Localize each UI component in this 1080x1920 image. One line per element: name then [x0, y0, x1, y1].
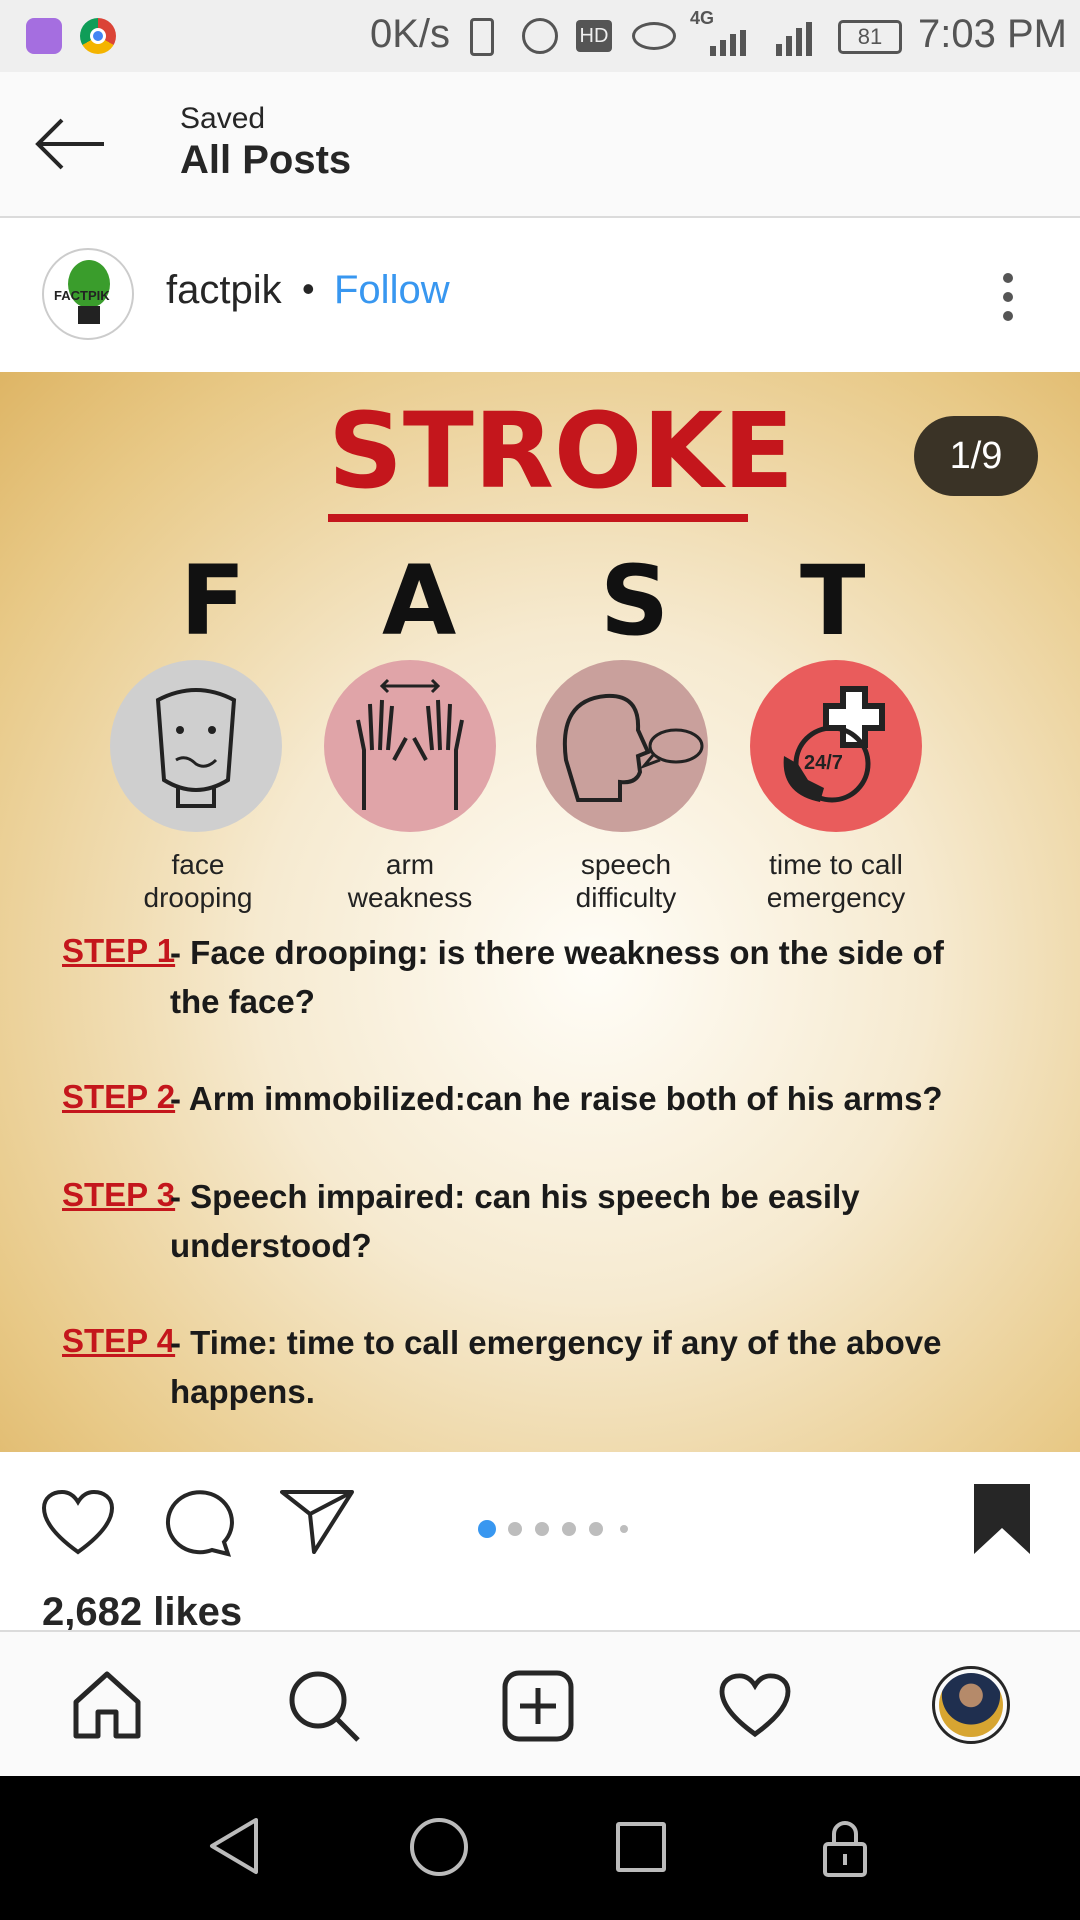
face-drooping-circle: [110, 660, 282, 832]
signal-icon-1: [700, 30, 750, 56]
clock: 7:03 PM: [918, 12, 1067, 56]
page-title: All Posts: [180, 138, 352, 182]
chrome-app-icon: [80, 18, 116, 54]
caption-face: face drooping: [143, 849, 253, 913]
carousel-dot: [589, 1522, 603, 1536]
new-post-icon[interactable]: [502, 1670, 574, 1742]
system-recents-icon[interactable]: [616, 1822, 666, 1872]
battery-icon: 81: [838, 20, 902, 54]
network-type: 4G: [690, 8, 715, 28]
badge-24-7: 24/7: [804, 752, 843, 774]
carousel-dot: [562, 1522, 576, 1536]
emergency-phone-icon: [783, 686, 885, 803]
infographic-title: STROKE: [328, 390, 794, 512]
step-2-text: - Arm immobilized:can he raise both of h…: [170, 1080, 943, 1117]
carousel-dot: [508, 1522, 522, 1536]
step-1-label: STEP 1: [62, 932, 176, 969]
post-actions: 2,682 likes: [0, 1452, 1080, 1634]
avatar-logo-text: FACTPIK: [54, 288, 110, 303]
carousel-dot-small: [620, 1525, 628, 1533]
title-underline: [328, 514, 748, 522]
carousel-dot: [535, 1522, 549, 1536]
follow-button[interactable]: Follow: [334, 268, 450, 313]
back-arrow-icon[interactable]: [32, 112, 108, 176]
more-options-icon[interactable]: [996, 270, 1020, 324]
status-bar: 0K/s HD 4G 81 7:03 PM: [0, 0, 1080, 72]
battery-level: 81: [857, 24, 883, 49]
home-icon[interactable]: [72, 1670, 142, 1740]
arm-weakness-circle: [324, 660, 496, 832]
like-heart-icon[interactable]: [40, 1488, 116, 1556]
letter-s: S: [600, 545, 670, 657]
profile-avatar[interactable]: [932, 1666, 1010, 1744]
share-paper-plane-icon[interactable]: [280, 1488, 354, 1554]
step-1-text: - Face drooping: is there weakness on th…: [170, 934, 944, 1020]
saved-bookmark-icon[interactable]: [972, 1482, 1032, 1556]
likes-count[interactable]: 2,682 likes: [42, 1590, 242, 1635]
lock-icon[interactable]: [822, 1818, 868, 1878]
system-back-icon[interactable]: [206, 1816, 262, 1876]
step-2-label: STEP 2: [62, 1078, 176, 1115]
comment-bubble-icon[interactable]: [162, 1486, 234, 1558]
speech-difficulty-circle: [536, 660, 708, 832]
step-3-label: STEP 3: [62, 1176, 176, 1213]
raised-hands-icon: [356, 678, 464, 810]
network-speed: 0K/s: [370, 12, 451, 56]
step-3-text: - Speech impaired: can his speech be eas…: [170, 1178, 860, 1264]
activity-heart-icon[interactable]: [718, 1672, 792, 1738]
letter-f: F: [180, 545, 246, 657]
bottom-navigation: [0, 1630, 1080, 1776]
app-header: Saved All Posts: [0, 72, 1080, 218]
gallery-app-icon: [26, 18, 62, 54]
system-home-icon[interactable]: [410, 1818, 468, 1876]
step-4-label: STEP 4: [62, 1322, 176, 1359]
carousel-indicator: [478, 1518, 630, 1538]
eye-icon: [632, 22, 676, 50]
caption-time: time to call emergency: [766, 849, 906, 913]
letter-a: A: [382, 545, 457, 657]
carousel-dot-active: [478, 1520, 496, 1538]
search-icon[interactable]: [286, 1668, 362, 1744]
alarm-icon: [522, 18, 558, 54]
avatar[interactable]: FACTPIK: [42, 248, 134, 340]
step-4-text: - Time: time to call emergency if any of…: [170, 1324, 942, 1410]
caption-arm: arm weakness: [347, 849, 473, 913]
letter-t: T: [800, 545, 866, 657]
dot-separator: •: [302, 268, 315, 309]
hd-icon: HD: [576, 20, 612, 52]
post-username[interactable]: factpik: [166, 268, 282, 313]
header-subtitle: Saved: [180, 102, 266, 135]
signal-icon-2: [764, 22, 820, 56]
page-counter: 1/9: [914, 416, 1038, 496]
time-emergency-circle: 24/7: [750, 660, 922, 832]
system-navigation-bar: [0, 1776, 1080, 1920]
drooping-face-icon: [155, 688, 237, 808]
vibrate-icon: [470, 18, 494, 56]
caption-speech: speech difficulty: [575, 849, 677, 913]
speaking-head-icon: [562, 693, 704, 802]
post-header: FACTPIK factpik • Follow: [0, 218, 1080, 372]
